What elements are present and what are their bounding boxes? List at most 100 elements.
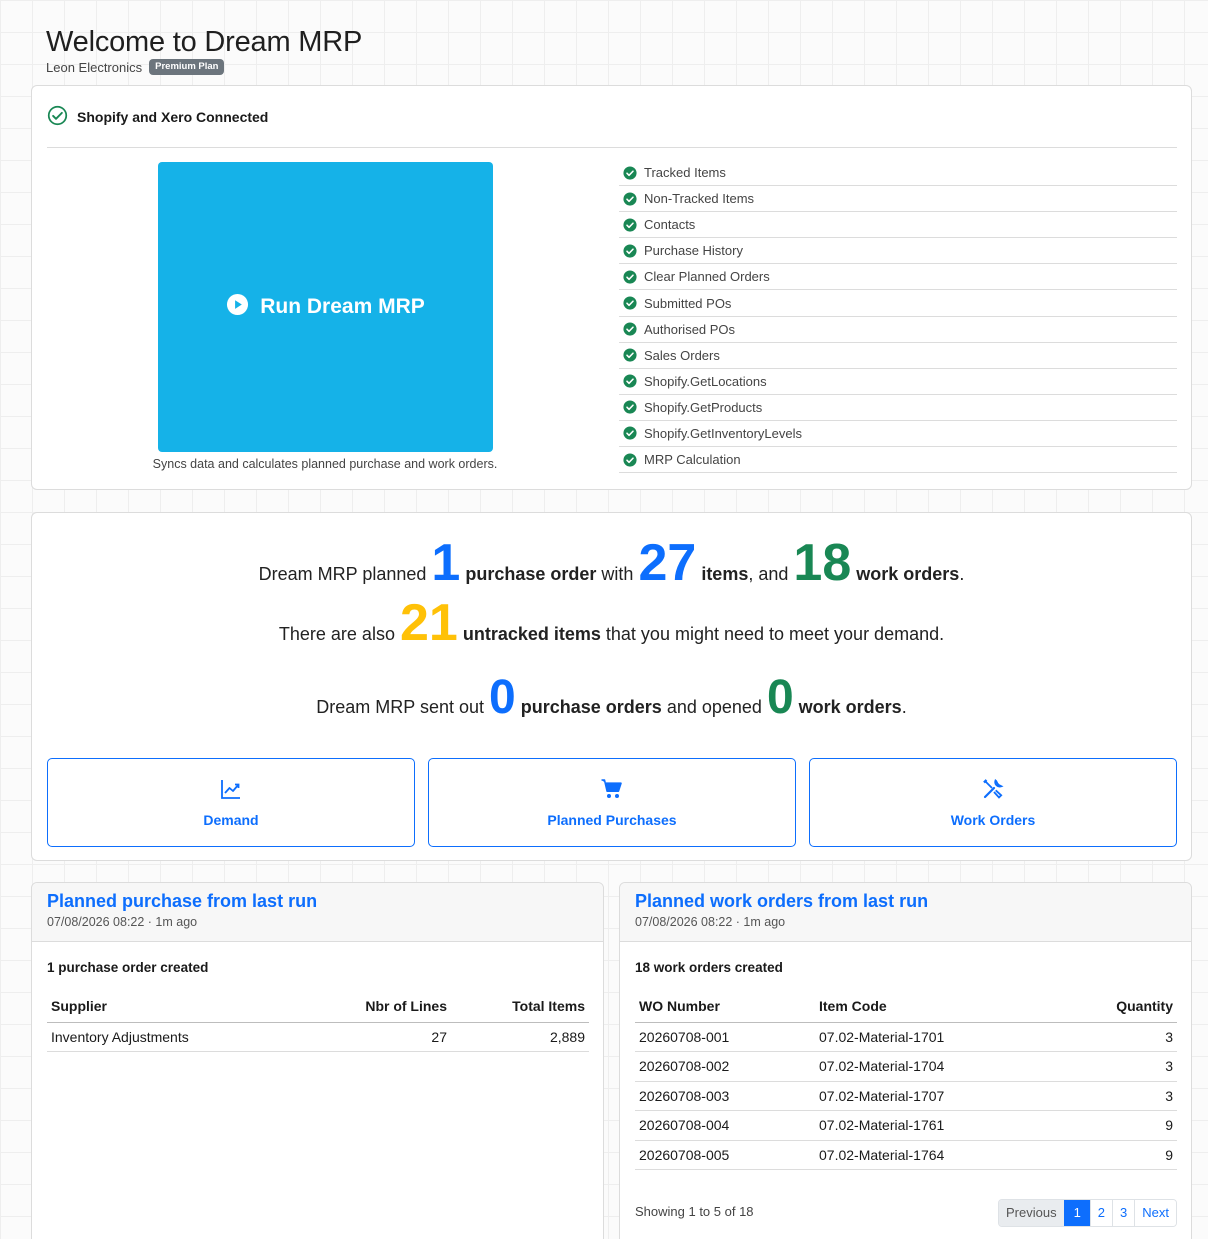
summary-text: and opened <box>666 697 762 717</box>
run-mrp-label: Run Dream MRP <box>260 295 425 318</box>
check-circle-icon <box>623 192 637 206</box>
sync-step-label: Authorised POs <box>644 321 736 337</box>
connection-status: Shopify and Xero Connected <box>47 105 268 129</box>
purchase-table: Supplier Nbr of Lines Total Items Invent… <box>47 990 589 1052</box>
table-row[interactable]: 20260708-003 07.02-Material-1707 3 <box>635 1081 1177 1111</box>
sync-step-item: Non-Tracked Items <box>619 186 1177 213</box>
work-orders-created-count: 18 work orders created <box>635 960 783 975</box>
planned-work-orders-title[interactable]: Planned work orders from last run <box>635 891 1176 911</box>
item-code-cell: 07.02-Material-1761 <box>815 1110 1055 1141</box>
pagination-page-3[interactable]: 3 <box>1112 1200 1135 1226</box>
summary-text: that you might need to meet your demand. <box>605 624 945 644</box>
play-circle-icon <box>226 293 249 322</box>
pagination-previous[interactable]: Previous <box>998 1200 1064 1226</box>
summary-label: work orders <box>856 564 960 584</box>
opened-wo-count: 0 <box>766 671 794 724</box>
pagination-page-1[interactable]: 1 <box>1063 1200 1090 1226</box>
quantity-cell: 3 <box>1055 1051 1177 1082</box>
plan-badge: Premium Plan <box>149 59 225 75</box>
pagination-next[interactable]: Next <box>1134 1200 1176 1226</box>
column-header: Total Items <box>451 990 589 1023</box>
check-circle-icon <box>623 400 637 414</box>
planned-summary-line: Dream MRP planned 1 purchase order with … <box>32 533 1191 593</box>
summary-card: Dream MRP planned 1 purchase order with … <box>31 512 1192 861</box>
pagination-page-2[interactable]: 2 <box>1089 1200 1113 1226</box>
lines-cell: 27 <box>343 1022 451 1052</box>
summary-label: purchase orders <box>520 697 662 717</box>
check-circle-icon <box>623 296 637 310</box>
panel-header: Planned purchase from last run 07/08/202… <box>32 883 603 942</box>
column-header: Item Code <box>815 990 1055 1023</box>
sync-step-item: Purchase History <box>619 238 1177 265</box>
summary-text: Dream MRP planned <box>258 564 427 584</box>
check-circle-icon <box>623 348 637 362</box>
check-circle-icon <box>623 165 637 180</box>
pagination: Previous 1 2 3 Next <box>997 1199 1177 1227</box>
page-title: Welcome to Dream MRP <box>46 26 363 58</box>
check-circle-icon <box>623 244 637 258</box>
chart-line-icon <box>48 777 414 801</box>
item-code-cell: 07.02-Material-1701 <box>815 1022 1055 1052</box>
divider <box>47 147 1177 148</box>
planned-purchases-label: Planned Purchases <box>547 812 677 828</box>
company-name: Leon Electronics <box>46 59 143 75</box>
sync-step-label: Non-Tracked Items <box>644 191 755 207</box>
check-circle-icon <box>623 322 637 336</box>
table-row[interactable]: 20260708-005 07.02-Material-1764 9 <box>635 1140 1177 1170</box>
planned-purchases-button[interactable]: Planned Purchases <box>428 758 796 847</box>
summary-text: . <box>959 564 965 584</box>
planned-work-orders-panel: Planned work orders from last run 07/08/… <box>619 882 1192 1239</box>
work-orders-button[interactable]: Work Orders <box>809 758 1177 847</box>
check-circle-icon <box>47 105 68 129</box>
sync-step-label: Tracked Items <box>644 165 726 181</box>
column-header: Quantity <box>1055 990 1177 1023</box>
table-row[interactable]: 20260708-001 07.02-Material-1701 3 <box>635 1022 1177 1052</box>
demand-label: Demand <box>203 812 259 828</box>
sync-step-label: Clear Planned Orders <box>644 269 770 285</box>
sync-step-label: Shopify.GetLocations <box>644 373 767 389</box>
sync-step-item: Authorised POs <box>619 317 1177 343</box>
quantity-cell: 3 <box>1055 1022 1177 1052</box>
summary-label: untracked items <box>462 624 601 644</box>
column-header: Supplier <box>47 990 343 1023</box>
table-row[interactable]: 20260708-004 07.02-Material-1761 9 <box>635 1110 1177 1141</box>
planned-purchase-panel: Planned purchase from last run 07/08/202… <box>31 882 604 1239</box>
purchase-created-count: 1 purchase order created <box>47 960 209 975</box>
planned-purchase-title[interactable]: Planned purchase from last run <box>47 891 588 911</box>
sync-step-item: Contacts <box>619 212 1177 239</box>
quantity-cell: 9 <box>1055 1140 1177 1170</box>
wo-number-cell: 20260708-005 <box>635 1140 815 1170</box>
summary-text: There are also <box>278 624 395 644</box>
sent-po-count: 0 <box>489 671 516 724</box>
sync-step-item: Tracked Items <box>619 160 1177 187</box>
untracked-summary-line: There are also 21 untracked items that y… <box>32 593 1191 653</box>
sync-step-item: Submitted POs <box>619 290 1177 317</box>
company-line: Leon Electronics Premium Plan <box>46 59 362 75</box>
quantity-cell: 3 <box>1055 1081 1177 1111</box>
item-code-cell: 07.02-Material-1707 <box>815 1081 1055 1111</box>
sync-step-item: Shopify.GetLocations <box>619 369 1177 395</box>
summary-text: Dream MRP sent out <box>316 697 484 717</box>
table-row[interactable]: 20260708-002 07.02-Material-1704 3 <box>635 1051 1177 1082</box>
sync-steps-list: Tracked Items Non-Tracked Items Contacts Pu… <box>619 160 1177 474</box>
check-circle-icon <box>623 218 637 232</box>
column-header: Nbr of Lines <box>343 990 451 1023</box>
check-circle-icon <box>623 374 637 388</box>
panel-timestamp: 07/08/2026 08:22 · 1m ago <box>635 915 786 929</box>
summary-text: . <box>901 697 907 717</box>
cart-icon <box>429 777 795 801</box>
panel-timestamp: 07/08/2026 08:22 · 1m ago <box>47 915 198 929</box>
run-mrp-button[interactable]: Run Dream MRP <box>158 162 493 452</box>
item-code-cell: 07.02-Material-1764 <box>815 1140 1055 1170</box>
quantity-cell: 9 <box>1055 1110 1177 1141</box>
sync-card: Shopify and Xero Connected Run Dream MRP… <box>31 85 1192 490</box>
total-items-cell: 2,889 <box>451 1022 589 1052</box>
demand-button[interactable]: Demand <box>47 758 415 847</box>
planned-item-count: 27 <box>638 534 697 592</box>
supplier-cell: Inventory Adjustments <box>47 1022 343 1052</box>
wo-number-cell: 20260708-001 <box>635 1022 815 1052</box>
sync-step-item: Shopify.GetProducts <box>619 395 1177 421</box>
sync-step-item: Clear Planned Orders <box>619 264 1177 291</box>
table-row[interactable]: Inventory Adjustments 27 2,889 <box>47 1022 589 1052</box>
sync-step-label: Shopify.GetInventoryLevels <box>644 425 803 441</box>
